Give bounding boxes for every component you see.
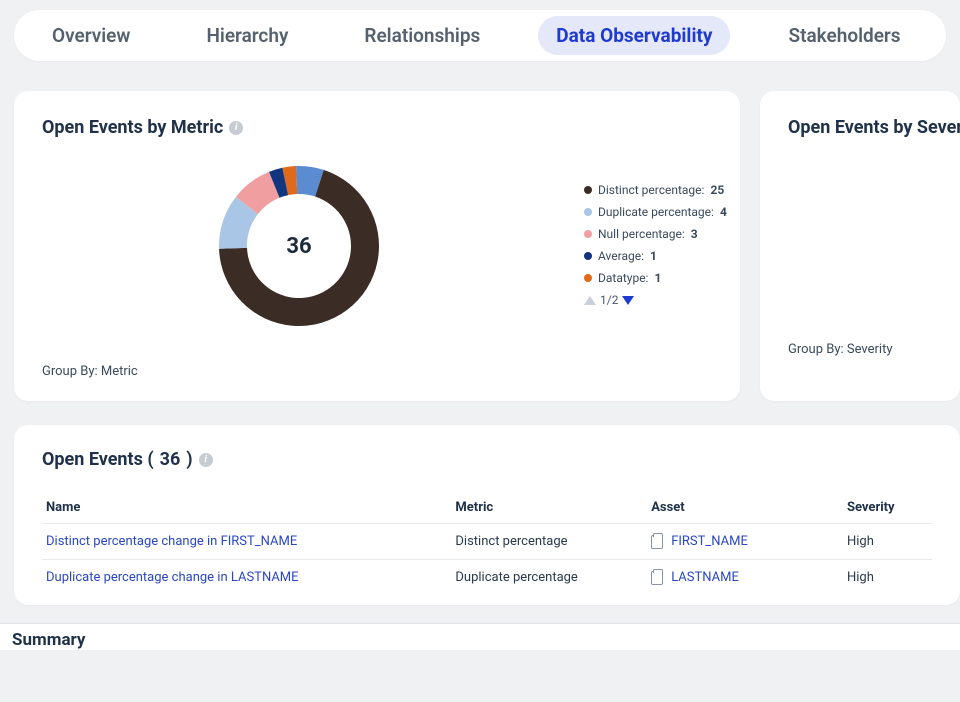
legend-dot-icon xyxy=(584,208,592,216)
open-events-panel: Open Events ( 36) i Name Metric Asset Sev… xyxy=(14,425,960,605)
legend-dot-icon xyxy=(584,186,592,194)
legend-item[interactable]: Null percentage: 3 xyxy=(584,227,727,241)
pager-down-icon[interactable] xyxy=(622,296,634,305)
asset-link[interactable]: FIRST_NAME xyxy=(671,534,748,549)
table-header-row: Name Metric Asset Severity xyxy=(42,492,932,524)
summary-title: Summary xyxy=(12,630,948,650)
col-severity[interactable]: Severity xyxy=(843,492,932,524)
panel-title-text: Open Events by Severity xyxy=(788,117,960,138)
donut-center-value: 36 xyxy=(214,161,384,331)
info-icon[interactable]: i xyxy=(199,453,213,467)
title-suffix: ) xyxy=(186,449,192,470)
open-events-title: Open Events ( 36) i xyxy=(42,449,932,470)
event-name-link[interactable]: Distinct percentage change in FIRST_NAME xyxy=(42,524,451,560)
panel-title-text: Open Events by Metric xyxy=(42,117,223,138)
legend-dot-icon xyxy=(584,230,592,238)
open-events-by-severity-panel: Open Events by Severity Group By: Severi… xyxy=(760,91,960,401)
legend-item[interactable]: Datatype: 1 xyxy=(584,271,727,285)
summary-bar: Summary xyxy=(0,623,960,650)
pager-text: 1/2 xyxy=(600,293,618,307)
col-name[interactable]: Name xyxy=(42,492,451,524)
asset-icon xyxy=(651,535,663,549)
asset-icon xyxy=(651,571,663,585)
tab-relationships[interactable]: Relationships xyxy=(346,16,498,55)
legend-label: Datatype: xyxy=(598,271,648,285)
pager-up-icon[interactable] xyxy=(584,296,596,305)
legend-label: Average: xyxy=(598,249,644,263)
legend-value: 25 xyxy=(710,183,724,197)
event-asset[interactable]: FIRST_NAME xyxy=(647,524,843,560)
event-severity: High xyxy=(843,524,932,560)
event-asset[interactable]: LASTNAME xyxy=(647,560,843,596)
event-metric: Distinct percentage xyxy=(451,524,647,560)
tab-data-observability[interactable]: Data Observability xyxy=(538,16,730,55)
legend-label: Distinct percentage: xyxy=(598,183,704,197)
event-severity: High xyxy=(843,560,932,596)
open-events-by-metric-panel: Open Events by Metric i 36 Distinct perc… xyxy=(14,91,740,401)
tab-stakeholders[interactable]: Stakeholders xyxy=(770,16,918,55)
table-row[interactable]: Distinct percentage change in FIRST_NAME… xyxy=(42,524,932,560)
group-by-label: Group By: Metric xyxy=(42,364,138,379)
group-by-label: Group By: Severity xyxy=(788,342,892,357)
asset-link[interactable]: LASTNAME xyxy=(671,570,739,585)
panel-title: Open Events by Severity xyxy=(788,117,932,138)
legend-item[interactable]: Distinct percentage: 25 xyxy=(584,183,727,197)
legend-pager: 1/2 xyxy=(584,293,727,307)
open-events-table: Name Metric Asset Severity Distinct perc… xyxy=(42,492,932,595)
tabs-bar: Overview Hierarchy Relationships Data Ob… xyxy=(14,10,946,61)
col-asset[interactable]: Asset xyxy=(647,492,843,524)
title-prefix: Open Events ( xyxy=(42,449,154,470)
donut-chart: 36 xyxy=(214,161,384,335)
legend-value: 1 xyxy=(650,249,657,263)
table-row[interactable]: Duplicate percentage change in LASTNAMED… xyxy=(42,560,932,596)
legend-dot-icon xyxy=(584,274,592,282)
legend-item[interactable]: Duplicate percentage: 4 xyxy=(584,205,727,219)
legend-label: Null percentage: xyxy=(598,227,685,241)
legend-item[interactable]: Average: 1 xyxy=(584,249,727,263)
tab-overview[interactable]: Overview xyxy=(34,16,148,55)
event-name-link[interactable]: Duplicate percentage change in LASTNAME xyxy=(42,560,451,596)
chart-legend: Distinct percentage: 25 Duplicate percent… xyxy=(584,183,727,307)
legend-value: 1 xyxy=(654,271,661,285)
legend-label: Duplicate percentage: xyxy=(598,205,714,219)
legend-value: 3 xyxy=(691,227,698,241)
event-metric: Duplicate percentage xyxy=(451,560,647,596)
legend-value: 4 xyxy=(720,205,727,219)
title-count: 36 xyxy=(160,449,181,470)
info-icon[interactable]: i xyxy=(229,121,243,135)
panel-title: Open Events by Metric i xyxy=(42,117,712,138)
panels-row: Open Events by Metric i 36 Distinct perc… xyxy=(0,61,960,401)
tab-hierarchy[interactable]: Hierarchy xyxy=(188,16,306,55)
col-metric[interactable]: Metric xyxy=(451,492,647,524)
legend-dot-icon xyxy=(584,252,592,260)
